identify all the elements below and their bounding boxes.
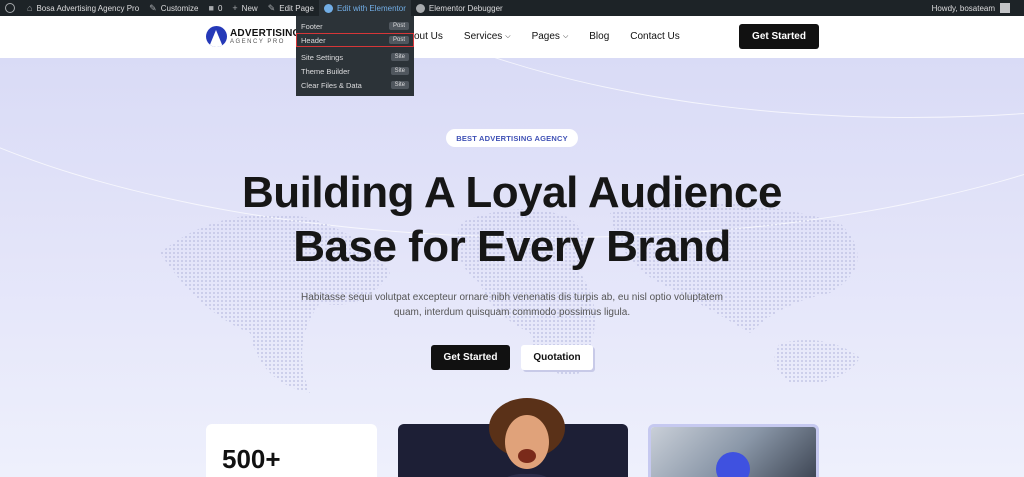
dropdown-item-label: Clear Files & Data [301, 80, 362, 90]
new-label: New [241, 3, 258, 13]
dropdown-item-tag: Site [390, 53, 409, 61]
nav-label: Blog [589, 31, 610, 42]
nav-item-services[interactable]: Services ⌵ [464, 31, 511, 42]
home-icon: ⌂ [27, 3, 33, 13]
edit-page-link[interactable]: ✎ Edit Page [263, 0, 319, 16]
headline-line-2: Base for Every Brand [293, 222, 731, 271]
dropdown-item-theme-builder[interactable]: Theme Builder Site [296, 64, 414, 78]
pencil-icon: ✎ [267, 2, 276, 13]
nav-item-contact[interactable]: Contact Us [630, 31, 679, 42]
nav-item-about[interactable]: out Us [414, 31, 443, 42]
header-get-started-button[interactable]: Get Started [739, 24, 819, 49]
info-icon [415, 3, 425, 13]
nav-label: out Us [414, 31, 443, 42]
hero-quotation-button[interactable]: Quotation [521, 345, 593, 370]
hero-get-started-button[interactable]: Get Started [431, 345, 510, 370]
site-header: ADVERTISING AGENCY PRO out Us Services ⌵… [0, 16, 1024, 58]
chevron-down-icon: ⌵ [505, 32, 511, 40]
comments-link[interactable]: ■ 0 [204, 0, 228, 16]
customize-link[interactable]: ✎ Customize [144, 0, 203, 16]
elementor-icon [323, 3, 333, 13]
dropdown-item-label: Footer [301, 21, 323, 31]
team-photo [651, 427, 816, 477]
elementor-debugger-label: Elementor Debugger [428, 3, 503, 13]
dropdown-item-tag: Post [388, 22, 409, 30]
wp-admin-bar: ⌂ Bosa Advertising Agency Pro ✎ Customiz… [0, 0, 1024, 16]
logo-line-2: AGENCY PRO [230, 38, 285, 45]
dropdown-item-tag: Post [388, 36, 409, 44]
hero-section: BEST ADVERTISING AGENCY Building A Loyal… [0, 58, 1024, 477]
nav-label: Pages [531, 31, 560, 42]
dropdown-item-header[interactable]: Header Post [296, 33, 414, 47]
comment-icon: ■ [208, 3, 214, 13]
howdy-label: Howdy, bosateam [931, 3, 995, 13]
wordpress-icon [5, 3, 15, 13]
hero-subtext: Habitasse sequi volutpat excepteur ornar… [301, 292, 723, 318]
nav-label: Contact Us [630, 31, 680, 42]
account-menu[interactable]: Howdy, bosateam [932, 3, 1024, 13]
stats-count: 500+ [222, 444, 281, 474]
dropdown-item-label: Header [301, 35, 326, 45]
dropdown-item-label: Theme Builder [301, 66, 350, 76]
brush-icon: ✎ [149, 2, 157, 13]
nav-label: Services [463, 31, 503, 42]
wp-logo-menu[interactable] [0, 0, 22, 16]
elementor-debugger-link[interactable]: Elementor Debugger [411, 0, 508, 16]
dropdown-item-label: Site Settings [301, 52, 344, 62]
nav-item-pages[interactable]: Pages ⌵ [532, 31, 569, 42]
elementor-dropdown: Footer Post Header Post Site Settings Si… [296, 16, 414, 96]
edit-page-label: Edit Page [279, 3, 314, 13]
new-content-link[interactable]: + New [227, 0, 262, 16]
hero-badge: BEST ADVERTISING AGENCY [446, 129, 578, 147]
plus-icon: + [232, 3, 238, 13]
customize-label: Customize [160, 3, 199, 13]
edit-with-elementor-link[interactable]: Edit with Elementor [318, 0, 411, 16]
dropdown-item-clear-files[interactable]: Clear Files & Data Site [296, 78, 414, 92]
video-card[interactable] [648, 424, 819, 477]
dropdown-item-tag: Site [390, 81, 409, 89]
play-icon[interactable] [716, 452, 750, 477]
stats-card: 500+ [206, 424, 377, 477]
dropdown-item-site-settings[interactable]: Site Settings Site [296, 50, 414, 64]
hero-person-image [489, 398, 565, 477]
main-nav: out Us Services ⌵ Pages ⌵ Blog Contact U… [414, 31, 701, 42]
hero-headline: Building A Loyal Audience Base for Every… [0, 166, 1024, 274]
comments-count: 0 [217, 3, 223, 13]
dropdown-item-tag: Site [390, 67, 409, 75]
avatar [1000, 3, 1010, 13]
nav-item-blog[interactable]: Blog [589, 31, 609, 42]
logo-text: ADVERTISING AGENCY PRO [230, 27, 301, 45]
site-logo[interactable]: ADVERTISING AGENCY PRO [206, 26, 301, 47]
site-name-link[interactable]: ⌂ Bosa Advertising Agency Pro [22, 0, 144, 16]
logo-line-1: ADVERTISING [230, 27, 301, 39]
chevron-down-icon: ⌵ [562, 32, 569, 40]
dropdown-item-footer[interactable]: Footer Post [296, 19, 414, 33]
headline-line-1: Building A Loyal Audience [242, 168, 782, 217]
site-name-label: Bosa Advertising Agency Pro [36, 3, 140, 13]
logo-mark-icon [206, 26, 227, 47]
edit-with-elementor-label: Edit with Elementor [336, 3, 406, 13]
